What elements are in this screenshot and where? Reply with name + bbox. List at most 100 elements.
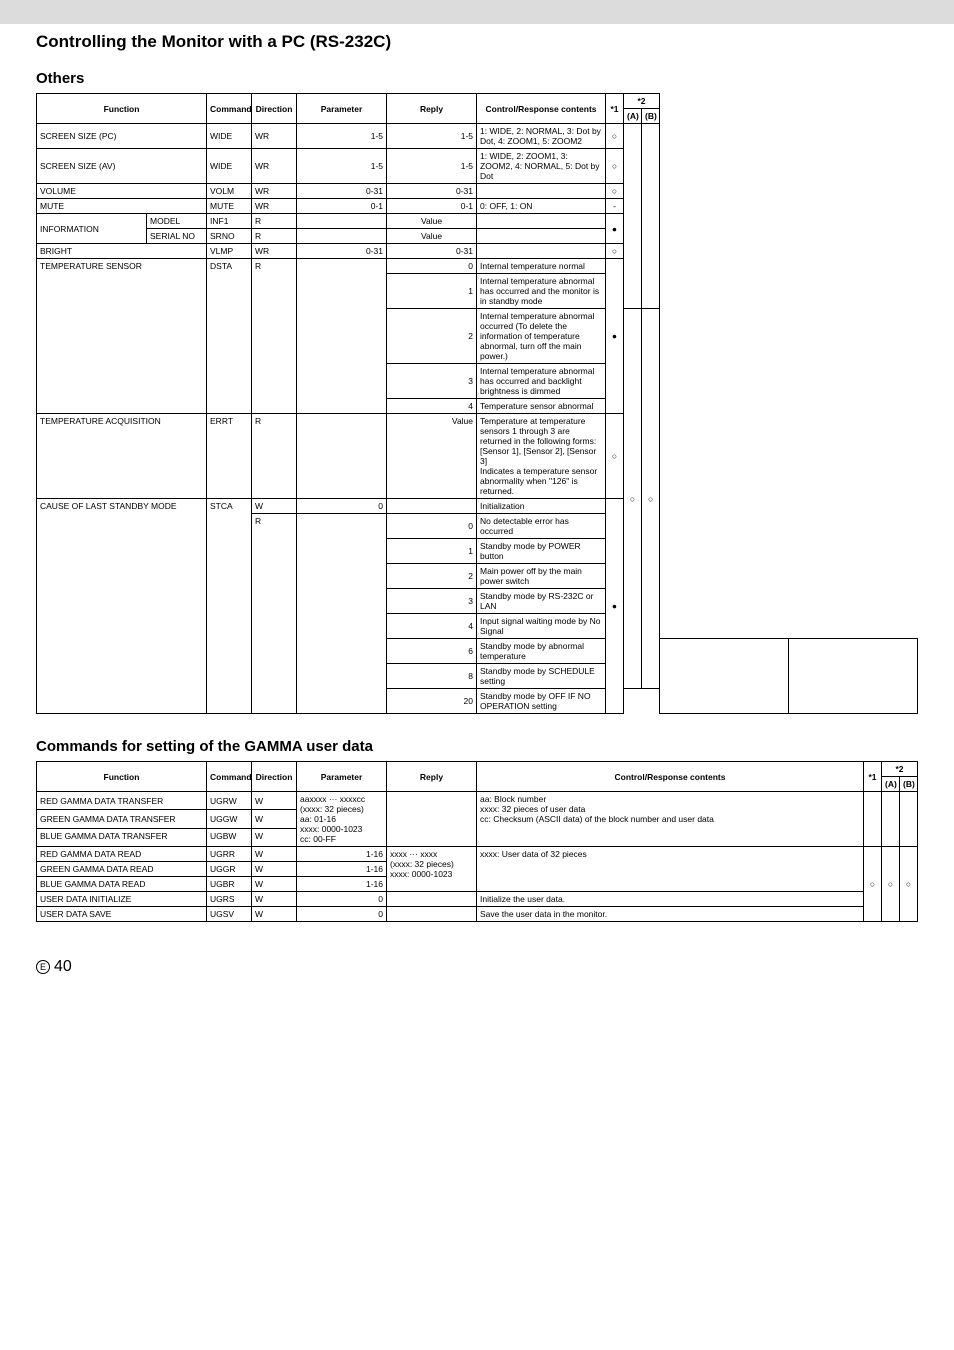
cell: UGBR (207, 877, 252, 892)
cell: W (252, 892, 297, 907)
cell: ○ (606, 414, 624, 499)
cell: ○ (642, 309, 660, 689)
cell: W (252, 847, 297, 862)
cell: BLUE GAMMA DATA READ (37, 877, 207, 892)
cell: ○ (606, 184, 624, 199)
cell: 1-5 (387, 124, 477, 149)
cell: WR (252, 124, 297, 149)
cell: INFORMATION (37, 214, 147, 244)
cell: INF1 (207, 214, 252, 229)
cell: ERRT (207, 414, 252, 499)
col-command: Command (207, 94, 252, 124)
cell: W (252, 877, 297, 892)
cell: 0 (387, 514, 477, 539)
row-screen-av: SCREEN SIZE (AV) WIDE WR 1-5 1-5 1: WIDE… (37, 149, 918, 184)
cell: 3 (387, 364, 477, 399)
col-star2: *2 (881, 762, 917, 777)
cell: W (252, 499, 297, 514)
cell: Standby mode by RS-232C or LAN (477, 589, 606, 614)
cell (387, 792, 477, 847)
cell (660, 639, 789, 714)
cell: VOLUME (37, 184, 207, 199)
cell: Internal temperature normal (477, 259, 606, 274)
cell: GREEN GAMMA DATA READ (37, 862, 207, 877)
cell: RED GAMMA DATA TRANSFER (37, 792, 207, 810)
cell: SCREEN SIZE (AV) (37, 149, 207, 184)
cell (881, 792, 899, 847)
cell: W (252, 828, 297, 846)
cell: xxxx ··· xxxx (xxxx: 32 pieces) xxxx: 00… (387, 847, 477, 892)
col-function: Function (37, 94, 207, 124)
page-number: 40 (54, 958, 72, 976)
cell (387, 907, 477, 922)
header-row: Function Command Direction Parameter Rep… (37, 762, 918, 777)
cell: BLUE GAMMA DATA TRANSFER (37, 828, 207, 846)
cell: UGRW (207, 792, 252, 810)
cell: Temperature at temperature sensors 1 thr… (477, 414, 606, 499)
cell: RED GAMMA DATA READ (37, 847, 207, 862)
cell: 4 (387, 614, 477, 639)
cell: 1 (387, 539, 477, 564)
cell: UGRS (207, 892, 252, 907)
cell: 6 (387, 639, 477, 664)
cell: BRIGHT (37, 244, 207, 259)
cell: W (252, 792, 297, 810)
cell (297, 514, 387, 714)
cell: ○ (606, 149, 624, 184)
cell: 2 (387, 309, 477, 364)
cell: Internal temperature abnormal has occurr… (477, 274, 606, 309)
cell: DSTA (207, 259, 252, 414)
cell (642, 124, 660, 309)
cell: UGBW (207, 828, 252, 846)
cell: WR (252, 184, 297, 199)
cell: No detectable error has occurred (477, 514, 606, 539)
cell: 1-5 (297, 124, 387, 149)
cell (477, 214, 606, 229)
cell (789, 639, 918, 714)
cell: MUTE (37, 199, 207, 214)
col-parameter: Parameter (297, 94, 387, 124)
cell: aa: Block number xxxx: 32 pieces of user… (477, 792, 864, 847)
cell (297, 414, 387, 499)
cell (477, 184, 606, 199)
col-parameter: Parameter (297, 762, 387, 792)
cell: SRNO (207, 229, 252, 244)
cell: 20 (387, 689, 477, 714)
row-info-model: INFORMATION MODEL INF1 R Value ● (37, 214, 918, 229)
col-reply: Reply (387, 762, 477, 792)
cell: SERIAL NO (147, 229, 207, 244)
row-last-w: CAUSE OF LAST STANDBY MODE STCA W 0 Init… (37, 499, 918, 514)
cell: Standby mode by OFF IF NO OPERATION sett… (477, 689, 606, 714)
cell: 3 (387, 589, 477, 614)
cell (387, 499, 477, 514)
cell: 0-31 (297, 244, 387, 259)
cell: STCA (207, 499, 252, 714)
cell: 1: WIDE, 2: ZOOM1, 3: ZOOM2, 4: NORMAL, … (477, 149, 606, 184)
col-function: Function (37, 762, 207, 792)
cell: Value (387, 414, 477, 499)
col-star2: *2 (624, 94, 660, 109)
cell: 1-5 (297, 149, 387, 184)
cell: 0-31 (297, 184, 387, 199)
cell: Save the user data in the monitor. (477, 907, 864, 922)
row-bright: BRIGHT VLMP WR 0-31 0-31 ○ (37, 244, 918, 259)
cell: TEMPERATURE SENSOR (37, 259, 207, 414)
cell: Value (387, 214, 477, 229)
cell: ○ (606, 244, 624, 259)
col-a: (A) (624, 109, 642, 124)
col-direction: Direction (252, 762, 297, 792)
others-heading: Others (36, 70, 918, 87)
cell (297, 214, 387, 229)
cell: R (252, 214, 297, 229)
cell: W (252, 862, 297, 877)
col-command: Command (207, 762, 252, 792)
cell: VLMP (207, 244, 252, 259)
cell: Value (387, 229, 477, 244)
row-temp-acq: TEMPERATURE ACQUISITION ERRT R Value Tem… (37, 414, 918, 499)
cell (624, 124, 642, 309)
col-a: (A) (881, 777, 899, 792)
cell: Main power off by the main power switch (477, 564, 606, 589)
col-star1: *1 (606, 94, 624, 124)
cell: VOLM (207, 184, 252, 199)
row-info-serial: SERIAL NO SRNO R Value (37, 229, 918, 244)
